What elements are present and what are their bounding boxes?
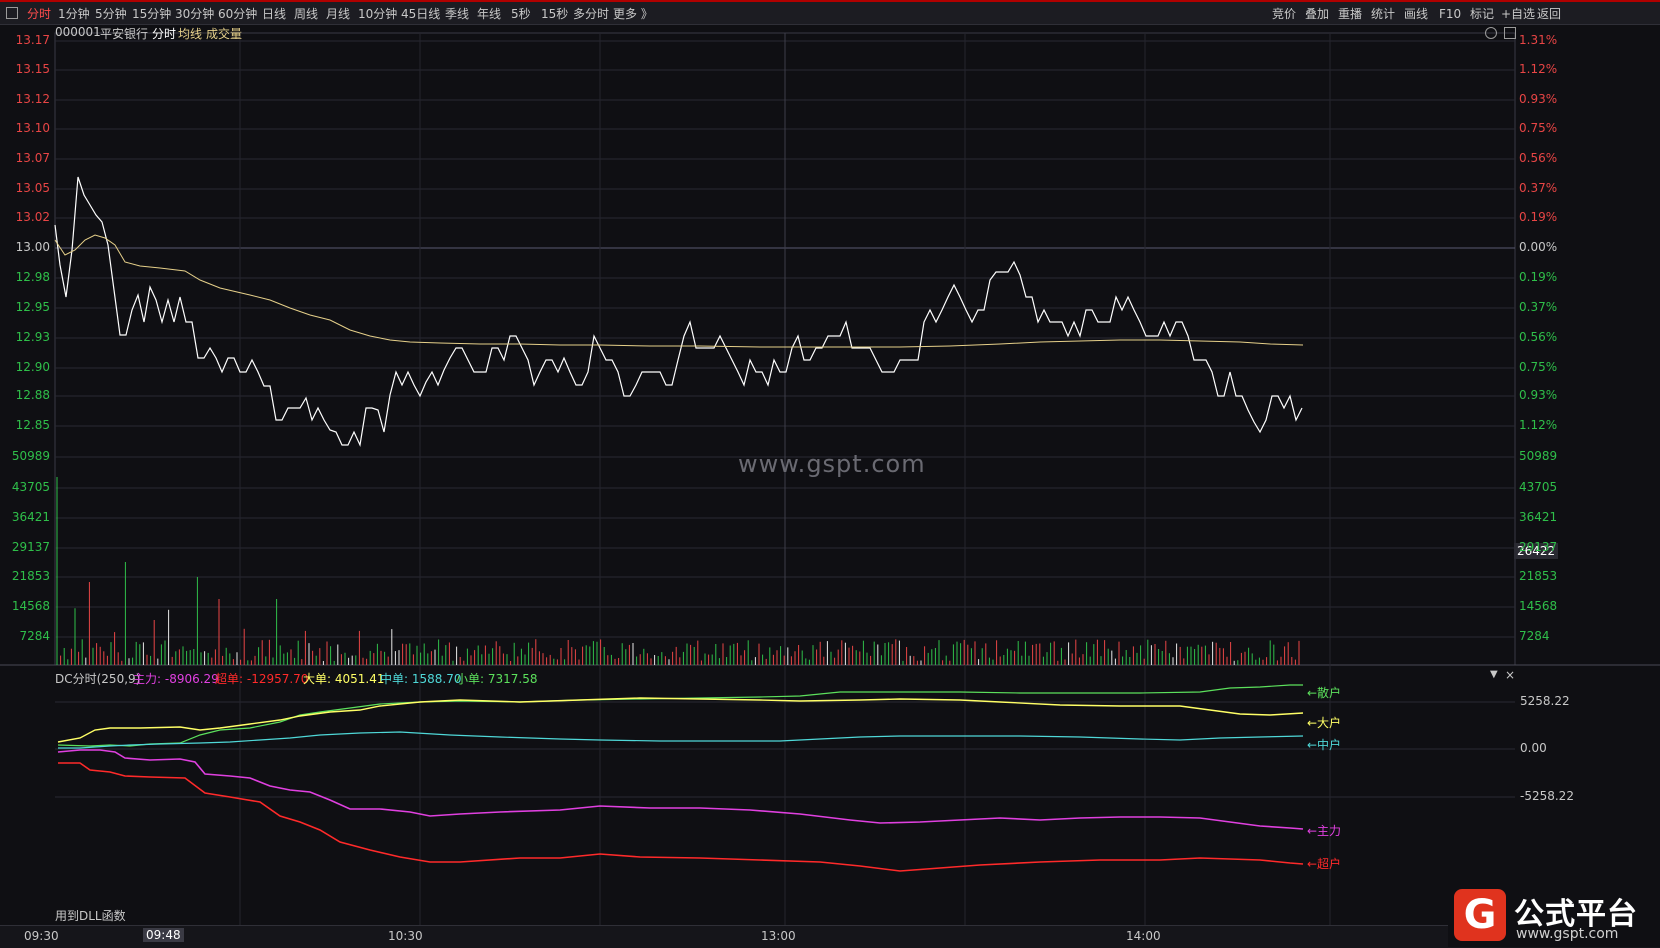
zoom-icon[interactable] xyxy=(1485,27,1497,39)
price-tick-label: 13.15 xyxy=(15,62,50,76)
price-tick-label: 12.98 xyxy=(15,270,50,284)
volume-tick-left: 43705 xyxy=(11,480,50,494)
dll-note: 用到DLL函数 xyxy=(55,909,126,923)
time-label-1400: 14:00 xyxy=(1126,929,1161,943)
percent-tick-label: 0.56% xyxy=(1519,330,1558,344)
volume-tick-right: 50989 xyxy=(1519,449,1558,463)
time-label-1030: 10:30 xyxy=(388,929,423,943)
volume-tick-right: 29137 xyxy=(1519,540,1558,554)
volume-tick-left: 36421 xyxy=(11,510,50,524)
price-tick-label: 13.02 xyxy=(15,210,50,224)
volume-tick-left: 14568 xyxy=(11,599,50,613)
main-force-tag: ←主力 xyxy=(1307,824,1342,838)
price-tick-label: 13.07 xyxy=(15,151,50,165)
indicator-title[interactable]: DC分时(250,9) xyxy=(55,670,140,687)
percent-tick-label: 0.93% xyxy=(1519,388,1558,402)
chart-tab-label: 分时 xyxy=(152,27,177,41)
price-tick-label: 12.95 xyxy=(15,300,50,314)
mid-order-value: 中单: 1588.70 xyxy=(380,672,462,686)
volume-tick-right: 21853 xyxy=(1519,569,1558,583)
time-axis: 09:30 09:48 10:30 13:00 14:00 xyxy=(0,925,1660,948)
avg-line-label: 均线 xyxy=(178,27,203,41)
price-tick-label: 13.10 xyxy=(15,121,50,135)
brand-url: www.gspt.com xyxy=(1516,926,1619,942)
time-label-0930: 09:30 xyxy=(24,929,59,943)
percent-tick-label: 1.12% xyxy=(1519,62,1558,76)
brand-badge: G 公式平台 www.gspt.com xyxy=(1448,885,1660,947)
percent-tick-label: 0.56% xyxy=(1519,151,1558,165)
percent-tick-label: 1.31% xyxy=(1519,33,1558,47)
indicator-tick-label: 5258.22 xyxy=(1520,694,1570,708)
brand-logo-icon: G xyxy=(1454,889,1506,941)
volume-tick-left: 21853 xyxy=(11,569,50,583)
retail-line xyxy=(57,684,1303,747)
percent-tick-label: 1.12% xyxy=(1519,418,1558,432)
time-cursor-label: 09:48 xyxy=(143,928,184,942)
percent-tick-label: 0.00% xyxy=(1519,240,1558,254)
volume-tick-right: 43705 xyxy=(1519,480,1558,494)
price-tick-label: 12.90 xyxy=(15,360,50,374)
stock-code: 000001 xyxy=(55,25,101,39)
percent-tick-label: 0.19% xyxy=(1519,210,1558,224)
percent-tick-label: 0.75% xyxy=(1519,360,1558,374)
super-order-value: 超单: -12957.70 xyxy=(215,672,309,686)
percent-tick-label: 0.75% xyxy=(1519,121,1558,135)
price-tick-label: 12.88 xyxy=(15,388,50,402)
average-line xyxy=(54,234,1304,348)
mid-tag: ←中户 xyxy=(1307,738,1342,752)
price-tick-label: 13.12 xyxy=(15,92,50,106)
maximize-icon[interactable] xyxy=(1504,27,1516,39)
indicator-dropdown-icon[interactable]: ▼ xyxy=(1490,669,1498,680)
percent-tick-label: 0.93% xyxy=(1519,92,1558,106)
percent-tick-label: 0.37% xyxy=(1519,300,1558,314)
price-tick-label: 12.85 xyxy=(15,418,50,432)
watermark: www.gspt.com xyxy=(738,450,926,478)
stock-name: 平安银行 xyxy=(100,27,149,41)
volume-tick-right: 36421 xyxy=(1519,510,1558,524)
volume-tick-left: 50989 xyxy=(11,449,50,463)
volume-label: 成交量 xyxy=(206,27,243,41)
super-tag: ←超户 xyxy=(1307,857,1342,871)
main-force-value: 主力: -8906.29 xyxy=(133,672,219,686)
percent-tick-label: 0.37% xyxy=(1519,181,1558,195)
indicator-tick-label: -5258.22 xyxy=(1520,789,1574,803)
large-order-line xyxy=(57,697,1304,743)
volume-tick-left: 7284 xyxy=(19,629,50,643)
percent-tick-label: 0.19% xyxy=(1519,270,1558,284)
small-order-value: 小单: 7317.58 xyxy=(456,672,538,686)
large-order-value: 大单: 4051.41 xyxy=(303,672,385,686)
indicator-tick-label: 0.00 xyxy=(1520,741,1547,755)
volume-tick-left: 29137 xyxy=(11,540,50,554)
main-force-line xyxy=(57,749,1304,830)
volume-tick-right: 7284 xyxy=(1519,629,1550,643)
time-label-1300: 13:00 xyxy=(761,929,796,943)
price-line xyxy=(54,176,1303,448)
price-tick-label: 13.05 xyxy=(15,181,50,195)
retail-tag: ←散户 xyxy=(1307,686,1342,700)
price-tick-label: 13.17 xyxy=(15,33,50,47)
price-tick-label: 12.93 xyxy=(15,330,50,344)
volume-tick-right: 14568 xyxy=(1519,599,1558,613)
price-tick-label: 13.00 xyxy=(15,240,50,254)
indicator-close-icon[interactable]: × xyxy=(1505,668,1515,682)
mid-order-line xyxy=(58,731,1304,749)
large-tag: ←大户 xyxy=(1307,716,1342,730)
